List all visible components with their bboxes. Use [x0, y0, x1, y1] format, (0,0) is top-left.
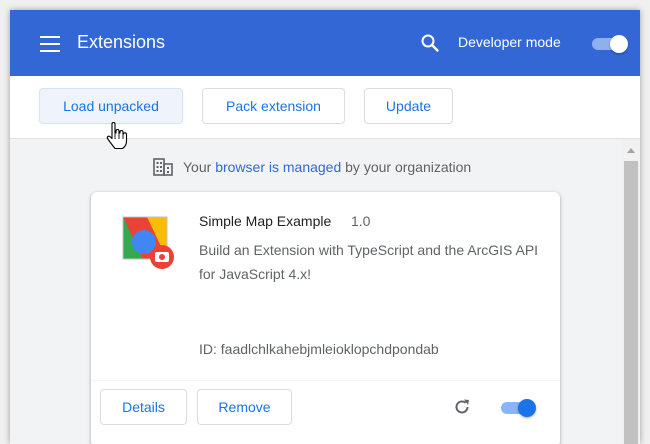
load-unpacked-button[interactable]: Load unpacked	[39, 88, 183, 124]
developer-mode-label: Developer mode	[458, 34, 561, 50]
search-icon[interactable]	[420, 33, 440, 53]
building-icon	[153, 158, 173, 176]
vertical-scrollbar[interactable]	[622, 139, 640, 444]
reload-icon[interactable]	[453, 398, 471, 416]
scrollbar-thumb[interactable]	[624, 161, 638, 444]
extensions-list: Your browser is managed by your organiza…	[10, 139, 622, 444]
extension-name: Simple Map Example	[199, 213, 332, 229]
managed-notice-link[interactable]: browser is managed	[215, 159, 341, 175]
card-divider	[91, 380, 560, 381]
hand-cursor-icon	[106, 122, 128, 150]
remove-button[interactable]: Remove	[197, 389, 292, 425]
update-button[interactable]: Update	[364, 88, 453, 124]
extension-id: ID: faadlchlkahebjmleioklopchdpondab	[199, 341, 439, 357]
extension-enable-toggle[interactable]	[499, 398, 537, 418]
details-button[interactable]: Details	[100, 389, 187, 425]
hamburger-menu-icon[interactable]	[40, 36, 60, 52]
scroll-up-arrow-icon[interactable]	[627, 148, 635, 153]
page-title: Extensions	[77, 32, 166, 52]
header-bar: Extensions Developer mode	[10, 10, 640, 76]
extension-logo-icon	[122, 216, 174, 269]
extension-toggle-knob	[518, 399, 536, 417]
managed-notice-suffix: by your organization	[345, 159, 472, 175]
managed-notice-prefix: Your	[183, 159, 212, 175]
developer-mode-toggle[interactable]	[590, 35, 628, 53]
extension-description: Build an Extension with TypeScript and t…	[199, 242, 539, 282]
developer-mode-toggle-knob	[610, 35, 628, 53]
pack-extension-button[interactable]: Pack extension	[202, 88, 345, 124]
toolbar: Load unpacked Pack extension Update	[10, 76, 640, 139]
extension-card: Simple Map Example 1.0 Build an Extensio…	[91, 192, 560, 444]
extensions-window: Extensions Developer mode Load unpacked …	[10, 10, 640, 444]
managed-notice: Your browser is managed by your organiza…	[153, 157, 471, 177]
extension-version: 1.0	[351, 213, 371, 229]
